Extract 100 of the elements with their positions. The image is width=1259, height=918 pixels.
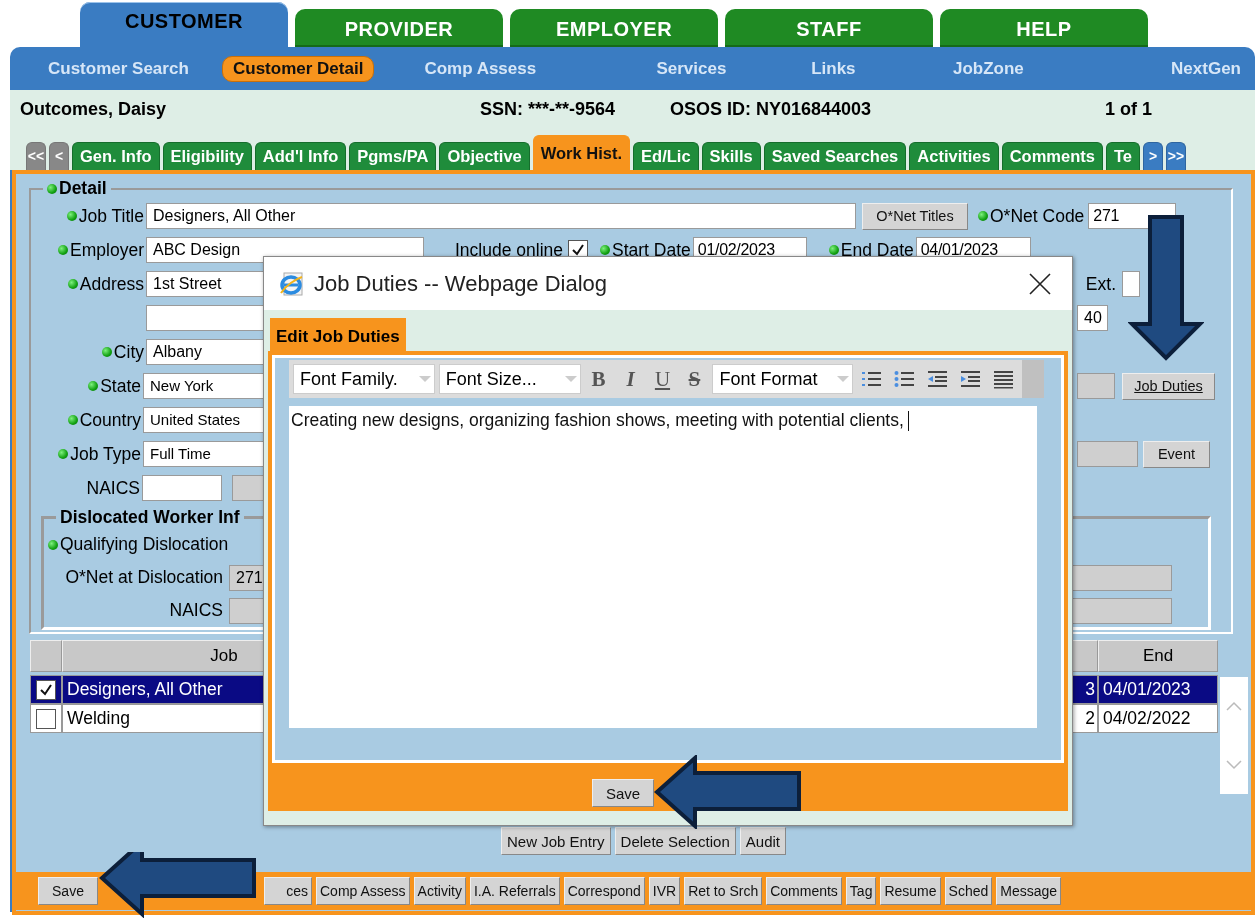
chevron-up-icon [1226, 701, 1242, 712]
numbered-list-icon[interactable] [861, 369, 883, 389]
format-button[interactable]: B [584, 366, 613, 392]
field-label: End Date [840, 239, 914, 261]
outdent-icon[interactable] [927, 369, 949, 389]
scroll-button[interactable]: << [26, 142, 46, 170]
field-label: Employer [70, 239, 144, 261]
dropdown-caret-icon [417, 375, 432, 383]
field-label: Include online [455, 239, 563, 261]
field-label: Job Title [78, 205, 144, 227]
dialog-title: Job Duties -- Webpage Dialog [314, 270, 608, 297]
bullet-list-icon[interactable] [894, 369, 916, 389]
checkbox[interactable] [36, 679, 56, 700]
button[interactable]: New Job Entry [501, 827, 611, 855]
button[interactable]: Message [996, 877, 1062, 905]
section-tab[interactable]: Saved Searches [763, 142, 907, 170]
column-header [30, 640, 62, 672]
section-tab[interactable]: Eligibility [162, 142, 252, 170]
editor-text[interactable]: Creating new designs, organizing fashion shows, meeting with potential clients, [289, 406, 1037, 728]
justify-icon[interactable] [993, 369, 1014, 389]
format-button[interactable]: U [648, 366, 677, 392]
font-dropdown[interactable]: Font Family. [293, 364, 435, 394]
button[interactable]: O*Net Titles [862, 202, 968, 230]
section-tab[interactable]: Te [1105, 142, 1140, 170]
field-label: Country [79, 409, 141, 431]
field-label: Ext. [1085, 273, 1116, 295]
text-field[interactable]: Designers, All Other [146, 203, 856, 229]
section-tab[interactable]: Skills [701, 142, 761, 170]
scrollbar[interactable] [1220, 677, 1248, 794]
field-label: City [113, 341, 144, 363]
section-tab[interactable]: Ed/Lic [633, 142, 699, 170]
column-header[interactable]: End [1098, 640, 1218, 672]
section-tab[interactable]: Objective [439, 142, 530, 170]
button[interactable]: I.A. Referrals [469, 877, 560, 905]
text-field[interactable] [1122, 271, 1140, 297]
field-label: O*Net at Dislocation [65, 567, 223, 588]
section-tab[interactable]: Work Hist. [532, 135, 631, 170]
field-label: Qualifying Dislocation [60, 534, 229, 555]
section-tab[interactable]: Gen. Info [72, 142, 160, 170]
module-tab[interactable]: EMPLOYER [510, 9, 718, 47]
chevron-down-icon [1226, 759, 1242, 770]
ssn-text: SSN: ***-**-9564 [480, 98, 617, 120]
indent-icon[interactable] [960, 369, 982, 389]
dropdown-caret-icon [836, 375, 851, 383]
field-label: NAICS [86, 477, 140, 499]
scroll-button[interactable]: >> [1165, 142, 1186, 170]
format-button[interactable]: S [680, 366, 709, 392]
button[interactable]: IVR [648, 877, 681, 905]
field-label: NAICS [169, 600, 223, 621]
section-tab[interactable]: Pgms/PA [349, 142, 437, 170]
scroll-button[interactable]: < [49, 142, 69, 170]
button[interactable]: Sched [944, 877, 993, 905]
button[interactable]: Event [1143, 440, 1210, 468]
osos-id-text: OSOS ID: NY016844003 [670, 98, 873, 120]
text-field[interactable] [1077, 373, 1115, 399]
module-tab[interactable]: STAFF [725, 9, 933, 47]
text-field[interactable] [142, 475, 222, 501]
font-dropdown[interactable]: Font Format [712, 364, 854, 394]
button[interactable]: Correspond [563, 877, 645, 905]
module-tab[interactable]: HELP [940, 9, 1148, 47]
close-icon [1028, 271, 1052, 296]
button[interactable]: Save [38, 877, 98, 905]
field-label: State [100, 375, 141, 397]
toolbar-end-block [1022, 360, 1044, 398]
nav-link[interactable]: Customer Detail [222, 55, 375, 82]
table-cell: 2 [1072, 704, 1098, 733]
field-label: O*Net Code [990, 205, 1085, 227]
button[interactable]: ces [264, 877, 312, 905]
browser-icon [278, 270, 304, 297]
checkbox[interactable] [36, 708, 56, 729]
table-cell: 04/02/2022 [1098, 704, 1218, 733]
column-header [1072, 640, 1098, 672]
button[interactable]: Comments [766, 877, 842, 905]
dropdown-caret-icon [563, 375, 578, 383]
button[interactable]: Save [592, 779, 654, 807]
font-dropdown[interactable]: Font Size... [438, 364, 581, 394]
button[interactable]: Audit [739, 827, 786, 855]
text-field[interactable] [1077, 441, 1138, 467]
field-label: Job Type [70, 443, 141, 465]
format-button[interactable]: I [616, 366, 645, 392]
scroll-button[interactable]: > [1142, 142, 1163, 170]
button[interactable]: Tag [845, 877, 877, 905]
section-tab[interactable]: Activities [909, 142, 999, 170]
button[interactable]: Delete Selection [614, 827, 736, 855]
section-tab[interactable]: Edit Job Duties [270, 318, 406, 351]
field-label: Start Date [612, 239, 691, 261]
group-title: Detail [59, 178, 107, 199]
button[interactable]: Resume [880, 877, 941, 905]
module-tab[interactable]: PROVIDER [295, 9, 503, 47]
button[interactable]: Ret to Srch [684, 877, 763, 905]
customer-name: Outcomes, Daisy [20, 98, 168, 120]
field-label: Address [79, 273, 144, 295]
checkmark-icon [570, 242, 586, 258]
module-tab[interactable]: CUSTOMER [80, 2, 288, 47]
text-field[interactable]: 40 [1077, 305, 1108, 331]
section-tab[interactable]: Add'l Info [254, 142, 347, 170]
section-tab[interactable]: Comments [1001, 142, 1103, 170]
button[interactable]: Comp Assess [316, 877, 410, 905]
button[interactable]: Job Duties [1122, 372, 1215, 400]
button[interactable]: Activity [413, 877, 466, 905]
